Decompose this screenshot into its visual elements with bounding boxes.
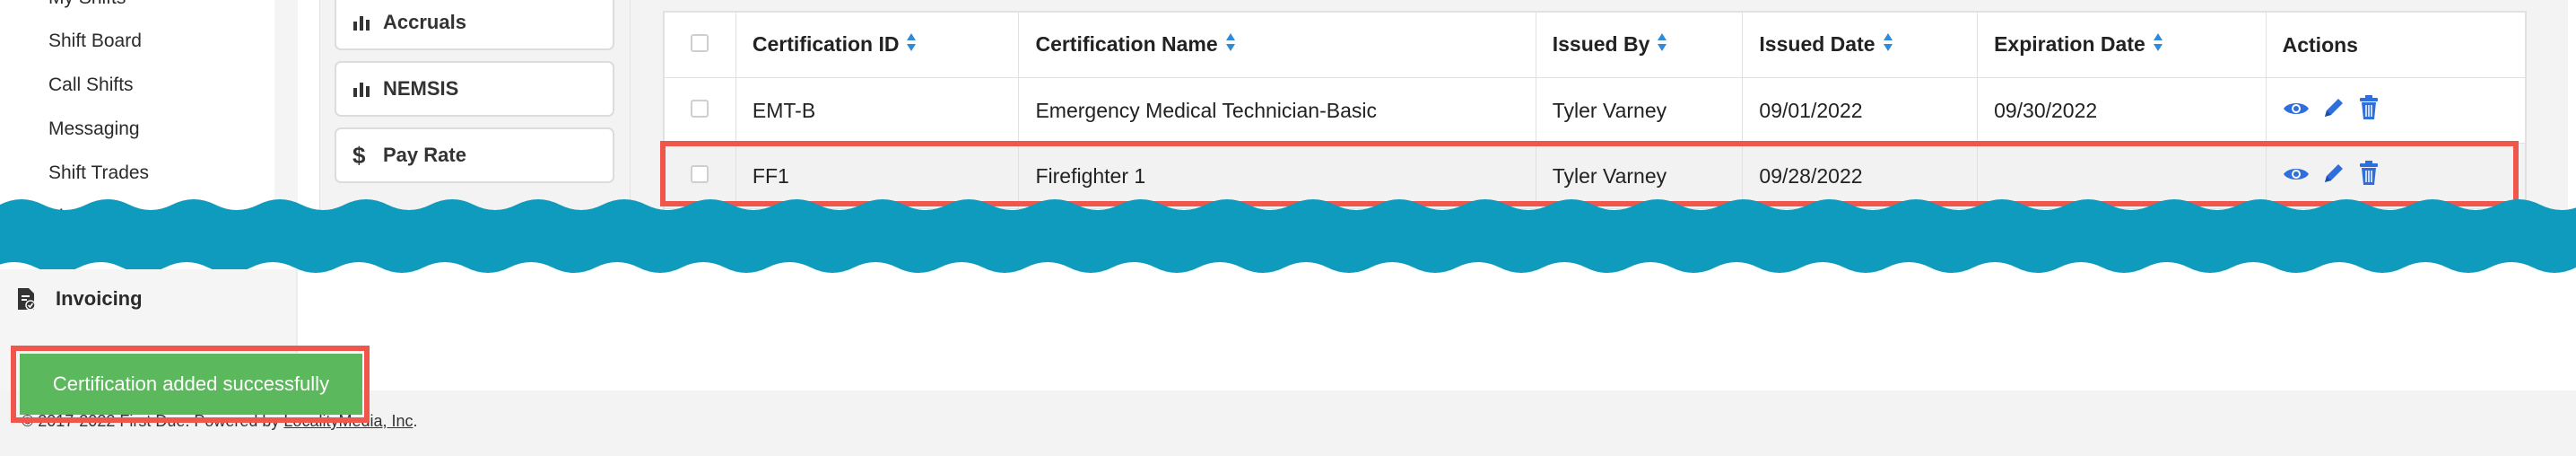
column-header-label: Issued Date <box>1759 31 1875 56</box>
certifications-table: Certification ID Certification Name Issu… <box>664 12 2527 209</box>
column-header-actions: Actions <box>2265 12 2527 78</box>
pay-rate-button[interactable]: $ Pay Rate <box>335 127 614 183</box>
table-row: EMT-B Emergency Medical Technician-Basic… <box>664 77 2527 144</box>
column-header-certification-id[interactable]: Certification ID <box>735 12 1020 78</box>
cell-expiration-date: 09/30/2022 <box>1977 77 2267 144</box>
sidebar-item-my-shifts[interactable]: My Shifts <box>48 0 126 9</box>
invoicing-label: Invoicing <box>56 287 143 310</box>
delete-trash-icon[interactable] <box>2358 95 2380 126</box>
sidebar-item-messaging[interactable]: Messaging <box>48 118 140 140</box>
accruals-button[interactable]: Accruals <box>335 0 614 50</box>
sort-icon[interactable] <box>906 32 917 57</box>
column-header-label: Actions <box>2282 32 2358 57</box>
sidebar-item-invoicing[interactable]: Invoicing <box>16 287 143 311</box>
column-header-expiration-date[interactable]: Expiration Date <box>1977 12 2267 78</box>
wave-separator <box>0 199 2576 273</box>
column-header-issued-date[interactable]: Issued Date <box>1742 12 1979 78</box>
column-header-issued-by[interactable]: Issued By <box>1535 12 1744 78</box>
edit-pencil-icon[interactable] <box>2322 96 2345 125</box>
sort-icon[interactable] <box>2153 32 2163 57</box>
cell-issued-date: 09/01/2022 <box>1742 77 1979 144</box>
toast-message: Certification added successfully <box>52 373 330 395</box>
cell-certification-name: Emergency Medical Technician-Basic <box>1018 77 1536 144</box>
bar-chart-icon <box>352 81 376 97</box>
accruals-label: Accruals <box>383 11 466 33</box>
select-all-cell <box>664 12 736 78</box>
row-checkbox[interactable] <box>691 164 709 183</box>
bar-chart-icon <box>352 14 376 31</box>
nemsis-label: NEMSIS <box>383 77 459 100</box>
sidebar-item-shift-board[interactable]: Shift Board <box>48 31 142 52</box>
cell-actions <box>2265 77 2527 144</box>
table-header-row: Certification ID Certification Name Issu… <box>664 12 2527 78</box>
sort-icon[interactable] <box>1883 32 1893 57</box>
success-toast: Certification added successfully <box>20 354 362 415</box>
cell-certification-id: EMT-B <box>735 77 1020 144</box>
sidebar-item-shift-trades[interactable]: Shift Trades <box>48 162 149 184</box>
column-header-certification-name[interactable]: Certification Name <box>1018 12 1536 78</box>
column-header-label: Certification Name <box>1035 31 1218 56</box>
page-footer: © 2017-2022 First Due. Powered by Locali… <box>0 390 2576 456</box>
sort-icon[interactable] <box>1657 32 1667 57</box>
nemsis-button[interactable]: NEMSIS <box>335 61 614 117</box>
row-select-cell <box>664 77 736 144</box>
column-header-label: Certification ID <box>752 31 900 56</box>
column-header-label: Issued By <box>1552 31 1650 56</box>
sort-icon[interactable] <box>1225 32 1236 57</box>
invoice-icon <box>16 287 36 311</box>
dollar-icon: $ <box>352 141 366 169</box>
row-checkbox[interactable] <box>691 99 709 118</box>
select-all-checkbox[interactable] <box>691 33 709 52</box>
column-header-label: Expiration Date <box>1994 31 2145 56</box>
view-eye-icon[interactable] <box>2283 99 2310 123</box>
footer-suffix: . <box>413 412 418 430</box>
sidebar-item-call-shifts[interactable]: Call Shifts <box>48 75 134 96</box>
pay-rate-label: Pay Rate <box>383 144 466 166</box>
cell-issued-by: Tyler Varney <box>1535 77 1744 144</box>
